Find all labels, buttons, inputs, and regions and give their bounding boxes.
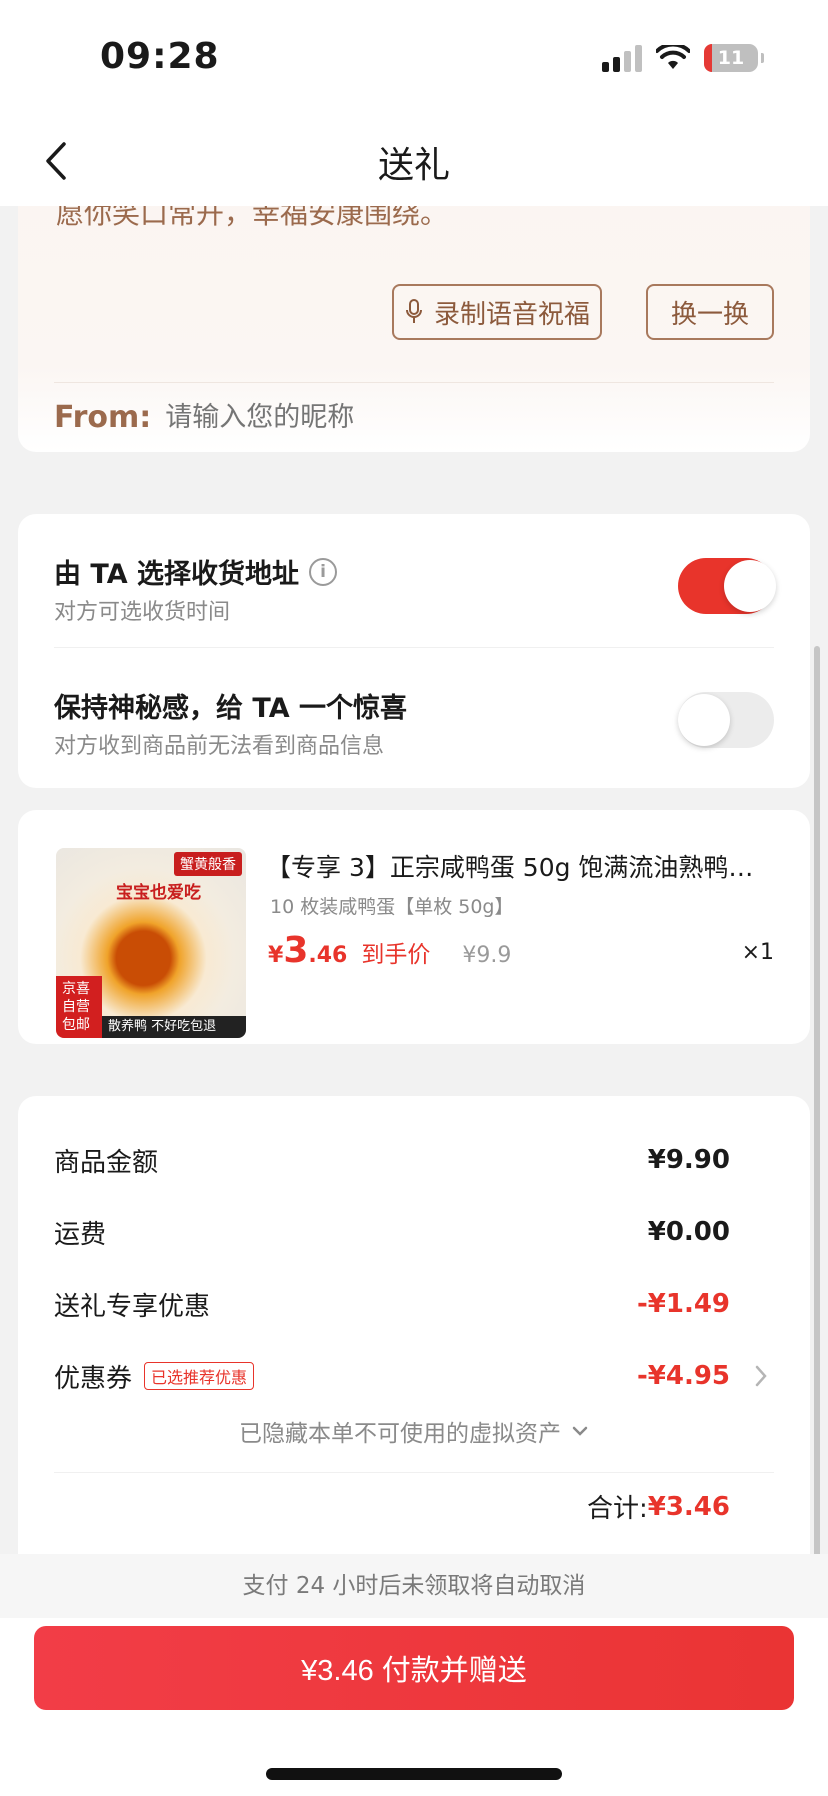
summary-value: -¥1.49: [636, 1289, 730, 1319]
original-price: ¥9.9: [462, 943, 512, 968]
home-indicator: [266, 1768, 562, 1780]
option-title-text: 由 TA 选择收货地址: [54, 559, 300, 590]
microphone-icon: [405, 299, 422, 323]
chevron-down-icon: [572, 1426, 588, 1436]
from-label: From:: [54, 400, 152, 435]
image-slogan: 宝宝也爱吃: [116, 883, 201, 903]
coupon-tag: 已选推荐优惠: [144, 1362, 255, 1390]
price-symbol: ¥: [268, 943, 284, 968]
summary-row-shipping: 运费 ¥0.00: [54, 1212, 730, 1252]
summary-row-subtotal: 商品金额 ¥9.90: [54, 1140, 730, 1180]
summary-value: -¥4.95: [636, 1361, 730, 1391]
battery-icon: 11: [704, 44, 764, 72]
image-tag: 蟹黄般香: [174, 852, 242, 876]
product-spec: 10 枚装咸鸭蛋【单枚 50g】: [270, 896, 514, 918]
summary-label: 优惠券 已选推荐优惠: [54, 1358, 255, 1395]
auto-cancel-notice: 支付 24 小时后未领取将自动取消: [0, 1554, 828, 1618]
quantity: ×1: [741, 940, 774, 965]
product-title[interactable]: 【专享 3】正宗咸鸭蛋 50g 饱满流油熟鸭…: [266, 848, 786, 884]
hidden-assets-toggle[interactable]: 已隐藏本单不可使用的虚拟资产: [18, 1414, 810, 1448]
status-bar: 09:28 11: [0, 0, 828, 120]
recipient-address-toggle[interactable]: [678, 558, 776, 614]
product-image[interactable]: 蟹黄般香 宝宝也爱吃 京喜自营 包邮 散养鸭 不好吃包退: [56, 848, 246, 1038]
option-recipient-address: 由 TA 选择收货地址 i 对方可选收货时间: [54, 514, 776, 648]
hidden-assets-text: 已隐藏本单不可使用的虚拟资产: [239, 1421, 561, 1447]
option-subtitle: 对方可选收货时间: [54, 600, 231, 625]
final-price: ¥ 3 .46: [268, 930, 347, 971]
mystery-toggle[interactable]: [678, 692, 774, 748]
toggle-knob: [678, 694, 730, 746]
wifi-icon: [656, 45, 690, 69]
price-label: 到手价: [361, 942, 431, 968]
summary-value: ¥9.90: [647, 1145, 730, 1175]
option-title-text: 保持神秘感，给 TA 一个惊喜: [54, 693, 408, 724]
pay-and-gift-button[interactable]: ¥3.46 付款并赠送: [34, 1626, 794, 1710]
coupon-label: 优惠券: [54, 1363, 133, 1394]
order-summary-card: 商品金额 ¥9.90 运费 ¥0.00 送礼专享优惠 -¥1.49 优惠券 已选…: [18, 1096, 810, 1554]
gift-options-card: 由 TA 选择收货地址 i 对方可选收货时间 保持神秘感，给 TA 一个惊喜 对…: [18, 514, 810, 788]
signal-icon: [602, 44, 642, 72]
scrollbar[interactable]: [814, 646, 820, 1554]
nav-bar: 送礼: [0, 120, 828, 206]
bottom-bar: 支付 24 小时后未领取将自动取消 ¥3.46 付款并赠送: [0, 1554, 828, 1796]
option-title: 保持神秘感，给 TA 一个惊喜: [54, 686, 407, 725]
price-integer: 3: [283, 930, 309, 971]
info-icon[interactable]: i: [309, 557, 338, 586]
summary-row-coupon[interactable]: 优惠券 已选推荐优惠 -¥4.95: [54, 1356, 730, 1396]
option-title: 由 TA 选择收货地址 i: [54, 552, 338, 591]
product-card[interactable]: 蟹黄般香 宝宝也爱吃 京喜自营 包邮 散养鸭 不好吃包退 【专享 3】正宗咸鸭蛋…: [18, 810, 810, 1044]
image-footer: 散养鸭 不好吃包退: [102, 1016, 246, 1038]
greeting-message: 愿你笑口常开，幸福安康围绕。: [56, 206, 449, 230]
from-row: From:: [54, 382, 774, 452]
option-subtitle: 对方收到商品前无法看到商品信息: [54, 734, 385, 759]
record-voice-label: 录制语音祝福: [433, 298, 590, 329]
nickname-input[interactable]: [165, 402, 666, 433]
summary-label: 送礼专享优惠: [54, 1291, 211, 1322]
option-mystery: 保持神秘感，给 TA 一个惊喜 对方收到商品前无法看到商品信息: [54, 648, 774, 782]
total-row: 合计: ¥3.46: [587, 1488, 730, 1525]
divider: [54, 1472, 774, 1473]
page-title: 送礼: [377, 145, 450, 186]
summary-value: ¥0.00: [647, 1217, 730, 1247]
greeting-card: 愿你笑口常开，幸福安康围绕。 录制语音祝福 换一换 From:: [18, 206, 810, 452]
total-value: ¥3.46: [647, 1491, 730, 1522]
summary-row-gift-discount: 送礼专享优惠 -¥1.49: [54, 1284, 730, 1324]
record-voice-button[interactable]: 录制语音祝福: [392, 284, 602, 340]
toggle-knob: [724, 560, 776, 612]
status-icons: 11: [602, 44, 764, 72]
scroll-content[interactable]: 愿你笑口常开，幸福安康围绕。 录制语音祝福 换一换 From: 由 TA 选择收…: [0, 206, 828, 1554]
price-decimal: .46: [308, 943, 348, 968]
battery-level: 11: [717, 47, 745, 69]
summary-label: 商品金额: [54, 1147, 159, 1178]
price-row: ¥ 3 .46 到手价 ¥9.9: [268, 930, 511, 971]
image-badge: 京喜自营 包邮: [56, 976, 102, 1038]
summary-label: 运费: [54, 1219, 107, 1250]
total-label: 合计:: [586, 1494, 648, 1524]
status-time: 09:28: [100, 36, 220, 77]
chevron-right-icon[interactable]: [752, 1363, 770, 1389]
swap-message-button[interactable]: 换一换: [646, 284, 774, 340]
